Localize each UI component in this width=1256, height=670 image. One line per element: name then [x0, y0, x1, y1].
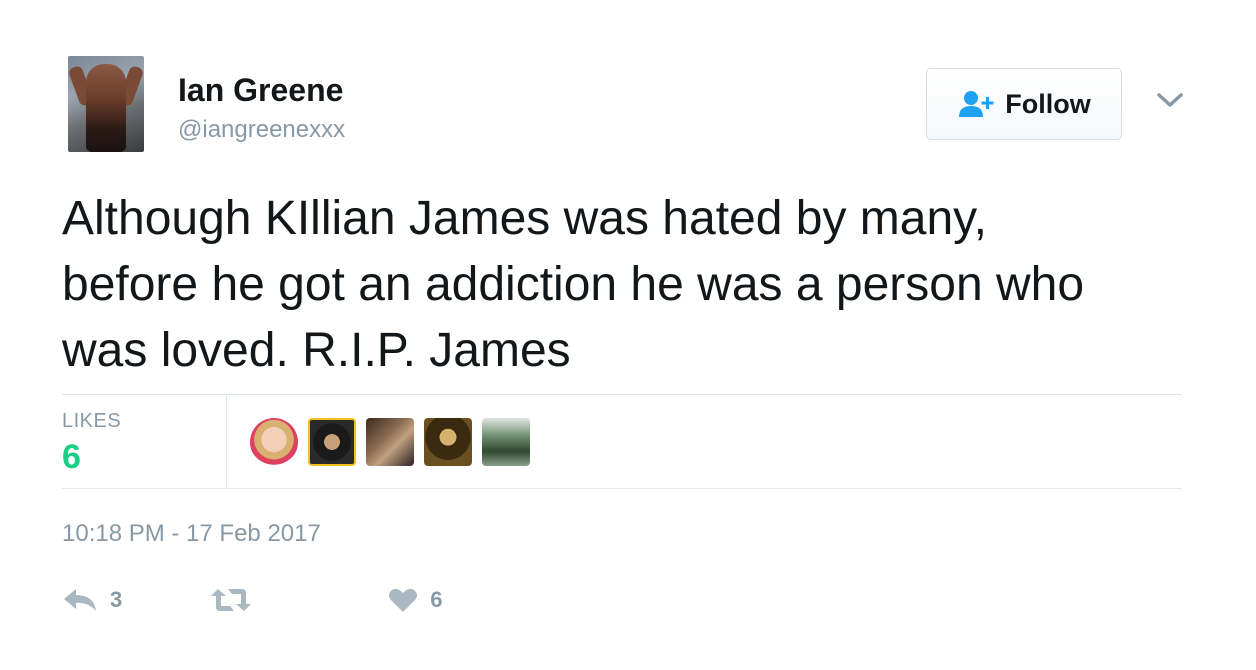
tweet-text: Although KIllian James was hated by many… [62, 192, 1085, 377]
stats-divider [226, 395, 227, 488]
liker-avatar[interactable] [424, 418, 472, 466]
user-name[interactable]: Ian Greene [178, 72, 343, 109]
retweet-icon [211, 589, 252, 611]
divider [62, 394, 1182, 395]
likers-list [250, 418, 530, 466]
divider [62, 488, 1182, 489]
chevron-down-icon[interactable] [1156, 90, 1184, 110]
liker-avatar[interactable] [250, 418, 298, 466]
tweet-timestamp[interactable]: 10:18 PM - 17 Feb 2017 [62, 520, 321, 548]
avatar-figure [86, 64, 126, 152]
likes-label[interactable]: LIKES [62, 410, 121, 433]
reply-icon [64, 589, 96, 611]
retweet-button[interactable] [210, 587, 264, 613]
like-button[interactable]: 6 [388, 587, 443, 613]
like-count: 6 [430, 587, 443, 612]
follow-user-plus-icon [959, 91, 994, 117]
avatar[interactable] [68, 56, 144, 152]
liker-avatar[interactable] [366, 418, 414, 466]
liker-avatar[interactable] [308, 418, 356, 466]
reply-count: 3 [110, 587, 123, 612]
follow-button[interactable]: Follow [926, 68, 1122, 140]
tweet-card: Ian Greene @iangreenexxx Follow Although… [0, 0, 1256, 670]
heart-icon [389, 588, 418, 612]
reply-button[interactable]: 3 [62, 587, 122, 613]
tweet-actions: 3 6 [62, 580, 443, 620]
follow-button-label: Follow [1005, 88, 1091, 119]
likes-count[interactable]: 6 [62, 438, 81, 477]
user-handle[interactable]: @iangreenexxx [178, 116, 345, 144]
liker-avatar[interactable] [482, 418, 530, 466]
